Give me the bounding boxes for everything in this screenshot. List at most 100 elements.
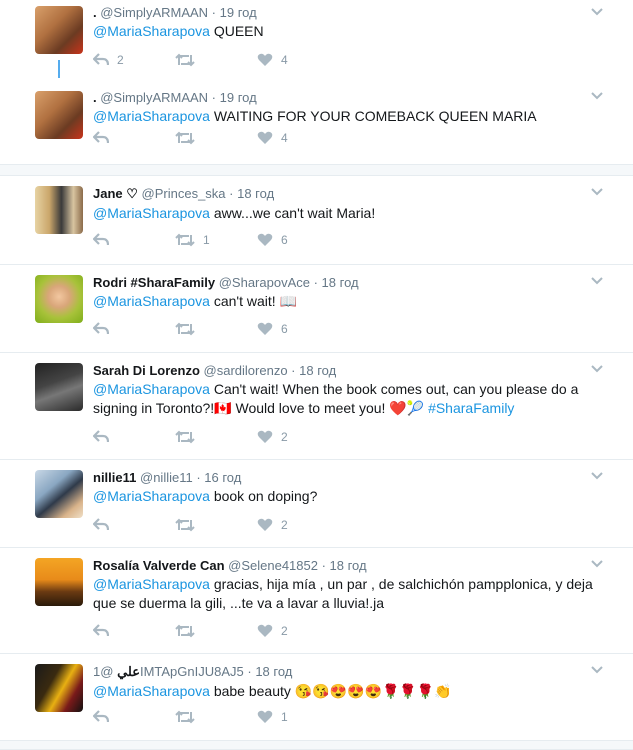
like-count: 4 — [281, 131, 288, 145]
chevron-down-icon[interactable] — [591, 560, 603, 570]
like-button[interactable]: 2 — [257, 430, 339, 444]
chevron-down-icon[interactable] — [591, 472, 603, 482]
retweet-button[interactable] — [175, 53, 257, 67]
chevron-down-icon[interactable] — [591, 365, 603, 375]
avatar[interactable] — [35, 363, 83, 411]
chevron-down-icon[interactable] — [591, 666, 603, 676]
reply-button[interactable] — [93, 518, 175, 532]
retweet-button[interactable] — [175, 131, 257, 145]
timestamp[interactable]: 19 год — [220, 90, 257, 105]
reply-icon — [93, 624, 109, 638]
retweet-button[interactable]: 1 — [175, 233, 257, 247]
reply-button[interactable] — [93, 430, 175, 444]
chevron-down-icon[interactable] — [591, 188, 603, 198]
retweet-button[interactable] — [175, 322, 257, 336]
screen-name[interactable]: @nillie11 — [140, 470, 193, 485]
timestamp[interactable]: 19 год — [220, 5, 257, 20]
avatar[interactable] — [35, 91, 83, 139]
avatar[interactable] — [35, 470, 83, 518]
fullname[interactable]: Rosalía Valverde Can — [93, 558, 225, 573]
tweet[interactable]: Sarah Di Lorenzo @sardilorenzo · 18 год … — [0, 353, 633, 460]
tweet[interactable]: . @SimplyARMAAN · 19 год @MariaSharapova… — [0, 78, 633, 165]
heart-icon — [257, 233, 273, 247]
tweet[interactable]: Rosalía Valverde Can @Selene41852 · 18 г… — [0, 548, 633, 654]
separator: · — [317, 558, 330, 573]
screen-name[interactable]: @SimplyARMAAN — [100, 5, 208, 20]
avatar[interactable] — [35, 275, 83, 323]
tweet-body: aww...we can't wait Maria! — [209, 205, 376, 221]
reply-button[interactable] — [93, 322, 175, 336]
retweet-icon — [175, 131, 195, 145]
mention-link[interactable]: @MariaSharapova — [93, 381, 210, 397]
retweet-icon — [175, 53, 195, 67]
screen-name[interactable]: @Princes_ska — [142, 186, 226, 201]
avatar[interactable] — [35, 6, 83, 54]
conversation-separator — [0, 741, 633, 750]
retweet-button[interactable] — [175, 518, 257, 532]
like-button[interactable]: 2 — [257, 518, 339, 532]
mention-link[interactable]: @MariaSharapova — [93, 293, 210, 309]
fullname[interactable]: nillie11 — [93, 470, 136, 485]
tweet-header: Sarah Di Lorenzo @sardilorenzo · 18 год — [93, 363, 613, 378]
retweet-button[interactable] — [175, 430, 257, 444]
tweet-body: book on doping? — [209, 488, 318, 504]
tweet-header: علي @1IMTApGnIJU8AJ5 · 18 год — [93, 664, 613, 680]
timestamp[interactable]: 18 год — [237, 186, 274, 201]
like-button[interactable]: 1 — [257, 710, 339, 724]
fullname[interactable]: Jane ♡ — [93, 186, 138, 201]
reply-button[interactable] — [93, 131, 175, 145]
chevron-down-icon[interactable] — [591, 8, 603, 18]
timestamp[interactable]: 16 год — [204, 470, 241, 485]
timestamp[interactable]: 18 год — [322, 275, 359, 290]
screen-name[interactable]: @SimplyARMAAN — [100, 90, 208, 105]
fullname[interactable]: علي — [117, 664, 140, 679]
screen-name[interactable]: @1IMTApGnIJU8AJ5 — [93, 664, 244, 679]
timestamp[interactable]: 18 год — [330, 558, 367, 573]
tweet[interactable]: علي @1IMTApGnIJU8AJ5 · 18 год @MariaShar… — [0, 654, 633, 741]
mention-link[interactable]: @MariaSharapova — [93, 488, 210, 504]
tweet[interactable]: . @SimplyARMAAN · 19 год @MariaSharapova… — [0, 0, 633, 88]
avatar[interactable] — [35, 186, 83, 234]
reply-button[interactable] — [93, 624, 175, 638]
mention-link[interactable]: @MariaSharapova — [93, 683, 210, 699]
like-button[interactable]: 4 — [257, 131, 339, 145]
screen-name[interactable]: @SharapovAce — [219, 275, 310, 290]
avatar[interactable] — [35, 558, 83, 606]
reply-icon — [93, 710, 109, 724]
mention-link[interactable]: @MariaSharapova — [93, 205, 210, 221]
tweet[interactable]: nillie11 @nillie11 · 16 год @MariaSharap… — [0, 460, 633, 548]
reply-button[interactable] — [93, 710, 175, 724]
avatar[interactable] — [35, 664, 83, 712]
tweet-header: Rodri #SharaFamily @SharapovAce · 18 год — [93, 275, 613, 290]
like-button[interactable]: 4 — [257, 53, 339, 67]
timestamp[interactable]: 18 год — [255, 664, 292, 679]
reply-button[interactable]: 2 — [93, 53, 175, 67]
tweet-actions: 6 — [93, 322, 339, 336]
retweet-button[interactable] — [175, 710, 257, 724]
like-button[interactable]: 2 — [257, 624, 339, 638]
retweet-button[interactable] — [175, 624, 257, 638]
reply-icon — [93, 53, 109, 67]
reply-button[interactable] — [93, 233, 175, 247]
tweet-header: Rosalía Valverde Can @Selene41852 · 18 г… — [93, 558, 613, 573]
tweet[interactable]: Rodri #SharaFamily @SharapovAce · 18 год… — [0, 265, 633, 353]
timestamp[interactable]: 18 год — [299, 363, 336, 378]
mention-link[interactable]: @MariaSharapova — [93, 576, 210, 592]
like-button[interactable]: 6 — [257, 322, 339, 336]
tweet-header: nillie11 @nillie11 · 16 год — [93, 470, 613, 485]
retweet-count: 1 — [203, 233, 210, 247]
chevron-down-icon[interactable] — [591, 277, 603, 287]
separator: · — [208, 5, 220, 20]
tweet[interactable]: Jane ♡ @Princes_ska · 18 год @MariaShara… — [0, 176, 633, 265]
chevron-down-icon[interactable] — [591, 92, 603, 102]
like-button[interactable]: 6 — [257, 233, 339, 247]
hashtag-link[interactable]: #SharaFamily — [428, 400, 514, 416]
like-count: 2 — [281, 624, 288, 638]
tweet-text: @MariaSharapova book on doping? — [93, 487, 613, 506]
screen-name[interactable]: @Selene41852 — [228, 558, 318, 573]
screen-name[interactable]: @sardilorenzo — [204, 363, 288, 378]
fullname[interactable]: Sarah Di Lorenzo — [93, 363, 200, 378]
mention-link[interactable]: @MariaSharapova — [93, 108, 210, 124]
fullname[interactable]: Rodri #SharaFamily — [93, 275, 215, 290]
mention-link[interactable]: @MariaSharapova — [93, 23, 210, 39]
